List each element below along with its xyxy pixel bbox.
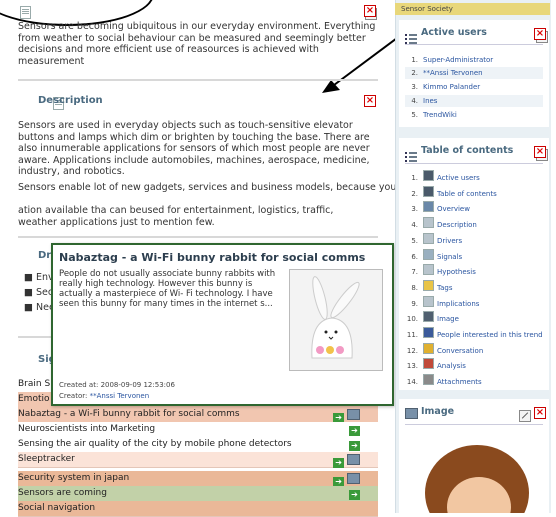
list-icon [423,170,434,181]
edit-icon[interactable] [519,410,531,422]
sidebar-tab[interactable]: Sensor Society [395,3,550,15]
go-icon[interactable]: ➔ [349,426,360,436]
image-icon [423,311,434,323]
description-paragraph: Sensors are used in everyday objects suc… [18,120,370,177]
popup-text: People do not usually associate bunny ra… [59,269,276,309]
user-item[interactable]: 5. TrendWiki [405,109,457,121]
creator-link[interactable]: **Anssi Tervonen [90,392,150,400]
signal-row[interactable]: Social navigation [18,501,378,517]
delete-icon[interactable]: × [364,95,376,107]
delete-icon[interactable]: × [534,146,546,158]
description-paragraph: Sensors enable lot of new gadgets, servi… [18,182,533,193]
divider [405,424,543,425]
signal-row[interactable]: Sensors are coming ➔ [18,486,378,502]
toc-item[interactable]: 14. Attachments [405,374,482,386]
toc-box: Table of contents × 1. Active users 2. Tabl… [399,138,549,390]
go-icon[interactable]: ➔ [349,490,360,500]
section-title-description: Description [38,95,103,106]
doc-icon [423,295,434,307]
image-icon[interactable] [347,409,360,420]
driver-item: ■ Env [24,272,54,283]
toc-item[interactable]: 1. Active users [405,170,480,182]
toc-item[interactable]: 3. Overview [405,201,470,213]
image-box: Image × [399,399,549,513]
user-item[interactable]: 2. **Anssi Tervonen [405,67,543,79]
popup-creator: Creator: **Anssi Tervonen [59,392,150,400]
image-icon[interactable] [347,454,360,465]
signal-row[interactable]: Sensing the air quality of the city by m… [18,437,378,453]
toc-item[interactable]: 6. Signals [405,248,462,261]
signal-popup: Nabaztag - a Wi-Fi bunny rabbit for soci… [51,243,394,406]
analysis-icon [423,358,434,370]
image-icon [405,408,418,419]
user-item[interactable]: 4. Ines [405,95,543,107]
signals-icon [423,248,434,260]
popup-created: Created at: 2008-09-09 12:53:06 [59,381,175,389]
toc-title: Table of contents [421,145,514,156]
delete-icon[interactable]: × [534,407,546,419]
signal-row[interactable]: Neuroscientists into Marketing ➔ [18,422,378,438]
doc-icon [423,264,434,276]
active-users-title: Active users [421,27,487,38]
divider [18,236,378,238]
people-icon [423,327,434,338]
toc-item[interactable]: 12. Conversation [405,342,483,355]
user-item[interactable]: 3. Kimmo Palander [405,81,480,93]
doc-icon [20,6,31,19]
toc-item[interactable]: 4. Description [405,217,477,229]
driver-item: ■ Sec [24,287,54,298]
signal-row[interactable]: Security system in japan ➔ [18,471,378,487]
tags-icon [423,279,434,291]
toc-item[interactable]: 8. Tags [405,279,453,292]
signal-row[interactable]: Sleeptracker ➔ [18,452,378,468]
toc-item[interactable]: 5. Drivers [405,232,462,245]
description-paragraph: ation available tha can beused for enter… [18,205,334,228]
list-icon [405,152,417,162]
toc-item[interactable]: 7. Hypothesis [405,264,476,276]
list-icon [405,34,417,44]
doc-icon [423,217,434,229]
toc-item[interactable]: 10. Image [405,311,459,323]
go-icon[interactable]: ➔ [333,458,345,468]
delete-icon[interactable]: × [534,28,546,40]
conversation-icon [423,342,434,354]
popup-title: Nabaztag - a Wi-Fi bunny rabbit for soci… [59,251,366,264]
divider [405,44,543,45]
trend-image [409,435,539,513]
toc-item[interactable]: 9. Implications [405,295,479,308]
attachment-icon [423,374,434,386]
intro-text: Sensors are becoming ubiquitous in our e… [18,21,376,67]
doc-icon [423,232,434,244]
nabaztag-rabbit-image [289,269,383,371]
window-icon [423,201,434,213]
toc-item[interactable]: 13. Analysis [405,358,466,370]
image-icon[interactable] [347,473,360,484]
image-title: Image [421,406,455,417]
toc-item[interactable]: 11. People interested in this trend [405,327,543,339]
delete-icon[interactable]: × [364,5,376,17]
list-icon [423,185,434,197]
go-icon[interactable]: ➔ [349,441,360,451]
divider [18,79,378,81]
signal-row[interactable]: Nabaztag - a Wi-Fi bunny rabbit for soci… [18,407,378,423]
toc-item[interactable]: 2. Table of contents [405,185,497,198]
active-users-box: Active users × 1. Super-Administrator 2. *… [399,20,549,127]
user-item[interactable]: 1. Super-Administrator [405,54,493,66]
divider [405,163,543,164]
